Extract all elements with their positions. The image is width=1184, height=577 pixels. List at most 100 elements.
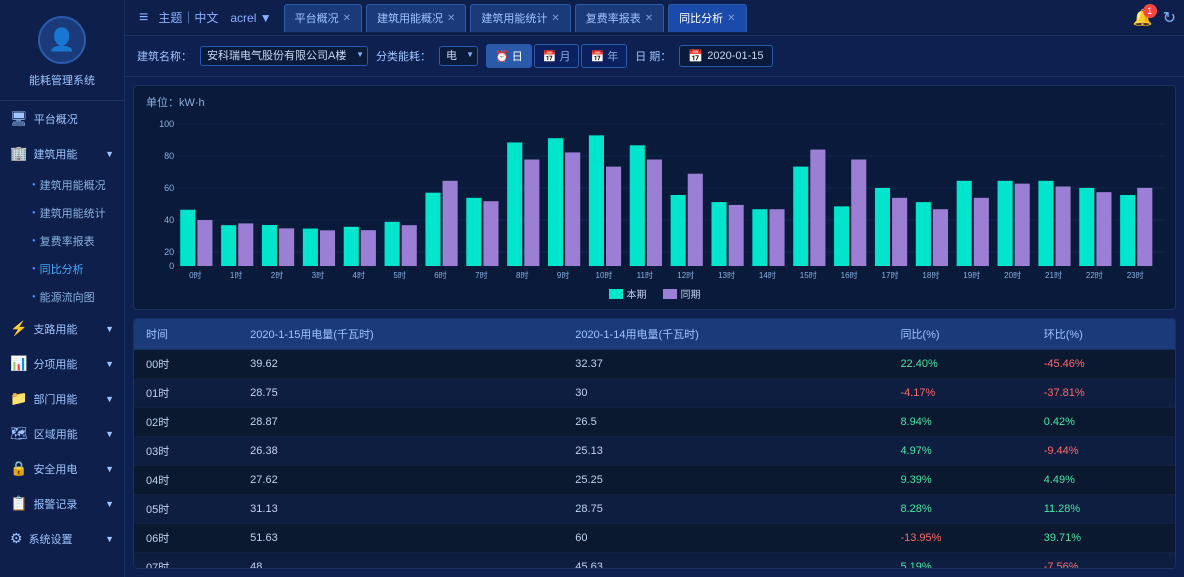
tab-yoy[interactable]: 同比分析 ✕ [668,4,746,32]
date-label: 日 期： [635,48,671,64]
platform-icon: 🖥 [10,110,28,127]
svg-text:60: 60 [164,183,174,193]
topbar-brand: 主题｜中文 acrel ▼ [158,9,271,26]
table-cell: 51.63 [238,524,563,553]
sidebar-item-energy-flow[interactable]: 能源流向图 [18,283,124,311]
legend-prev-color [663,289,677,299]
sidebar-label-branch: 支路用能 [33,321,77,337]
sidebar-label-platform: 平台概况 [34,111,78,127]
table-cell: 03时 [134,437,238,466]
sidebar-item-building-overview[interactable]: 建筑用能概况 [18,171,124,199]
svg-text:9时: 9时 [557,270,570,280]
table-cell: 60 [563,524,888,553]
sidebar-section-building[interactable]: 🏢 建筑用能 ▼ [0,136,124,171]
svg-text:23时: 23时 [1127,270,1144,280]
btn-year-label: 年 [607,51,618,63]
sidebar: 👤 能耗管理系统 🖥 平台概况 🏢 建筑用能 ▼ 建筑用能概况 建筑用能统计 复… [0,0,125,577]
table-cell: 8.28% [888,495,1031,524]
table-cell: 5.19% [888,553,1031,570]
table-row: 06时51.6360-13.95%39.71% [134,524,1175,553]
tab-building-overview[interactable]: 建筑用能概况 ✕ [366,4,466,32]
table-cell: -7.56% [1032,553,1175,570]
filter-bar: 建筑名称： 安科瑞电气股份有限公司A楼 分类能耗： 电 ⏰ 日 📅 月 📅 年 [125,36,1184,77]
col-prev-usage: 2020-1-14用电量(千瓦时) [563,319,888,350]
building-icon: 🏢 [10,145,27,162]
sidebar-item-platform[interactable]: 🖥 平台概况 [0,101,124,136]
svg-text:21时: 21时 [1045,270,1062,280]
sidebar-section-subitem[interactable]: 📊 分项用能 ▼ [0,346,124,381]
chevron-icon: ▼ [105,149,114,159]
btn-month-label: 月 [559,51,570,63]
sidebar-sub-building: 建筑用能概况 建筑用能统计 复费率报表 同比分析 能源流向图 [0,171,124,311]
tab-yoy-close[interactable]: ✕ [727,13,735,24]
table-row: 07时4845.635.19%-7.56% [134,553,1175,570]
table-cell: 8.94% [888,408,1031,437]
branch-icon: ⚡ [10,320,27,337]
table-header-row: 时间 2020-1-15用电量(千瓦时) 2020-1-14用电量(千瓦时) 同… [134,319,1175,350]
tab-building-overview-close[interactable]: ✕ [447,13,455,24]
category-select[interactable]: 电 [439,46,478,66]
tab-building-stats-label: 建筑用能统计 [481,10,547,26]
svg-text:1时: 1时 [230,270,243,280]
sidebar-section-safety[interactable]: 🔒 安全用电 ▼ [0,451,124,486]
alarm-chevron-icon: ▼ [105,499,114,509]
table-cell: 05时 [134,495,238,524]
svg-text:15时: 15时 [800,270,817,280]
subitem-chevron-icon: ▼ [105,359,114,369]
tab-tariff-label: 复费率报表 [586,10,641,26]
table-cell: 26.5 [563,408,888,437]
sidebar-item-yoy-analysis[interactable]: 同比分析 [18,255,124,283]
table-cell: -45.46% [1032,350,1175,379]
sidebar-item-tariff-report[interactable]: 复费率报表 [18,227,124,255]
btn-year[interactable]: 📅 年 [581,44,627,68]
sidebar-label-dept: 部门用能 [33,391,77,407]
legend-current-color [609,289,623,299]
clock-icon: ⏰ [495,50,509,63]
svg-text:11时: 11时 [637,270,653,280]
svg-text:20时: 20时 [1004,270,1021,280]
sidebar-section-alarm[interactable]: 📋 报警记录 ▼ [0,486,124,521]
legend-current-label: 本期 [627,286,647,301]
tab-platform[interactable]: 平台概况 ✕ [284,4,362,32]
refresh-button[interactable]: ↻ [1163,8,1176,28]
tab-building-stats[interactable]: 建筑用能统计 ✕ [470,4,570,32]
svg-text:18时: 18时 [922,270,939,280]
dept-chevron-icon: ▼ [105,394,114,404]
sidebar-nav: 🖥 平台概况 🏢 建筑用能 ▼ 建筑用能概况 建筑用能统计 复费率报表 同比分析… [0,101,124,556]
date-value: 2020-01-15 [707,50,763,62]
table-cell: 48 [238,553,563,570]
table-cell: 39.71% [1032,524,1175,553]
tab-building-stats-close[interactable]: ✕ [551,13,559,24]
sidebar-section-settings[interactable]: ⚙ 系统设置 ▼ [0,521,124,556]
table-cell: -37.81% [1032,379,1175,408]
alarm-icon: 📋 [10,495,27,512]
sidebar-item-building-stats[interactable]: 建筑用能统计 [18,199,124,227]
sidebar-section-branch[interactable]: ⚡ 支路用能 ▼ [0,311,124,346]
sidebar-label-safety: 安全用电 [33,461,77,477]
svg-text:3时: 3时 [312,270,325,280]
sidebar-section-dept[interactable]: 📁 部门用能 ▼ [0,381,124,416]
sidebar-label-subitem: 分项用能 [33,356,77,372]
tab-platform-close[interactable]: ✕ [343,13,351,24]
chart-area: 单位：kW·h 100 80 60 40 20 0 [133,85,1176,310]
menu-icon[interactable]: ≡ [133,9,154,27]
sidebar-section-region[interactable]: 🗺 区域用能 ▼ [0,416,124,451]
table-cell: 28.75 [238,379,563,408]
tab-tariff[interactable]: 复费率报表 ✕ [575,4,664,32]
table-cell: 07时 [134,553,238,570]
tab-tariff-close[interactable]: ✕ [645,13,653,24]
btn-day[interactable]: ⏰ 日 [486,44,532,68]
svg-text:10时: 10时 [595,270,612,280]
table-row: 04时27.6225.259.39%4.49% [134,466,1175,495]
table-cell: 25.13 [563,437,888,466]
table-cell: -13.95% [888,524,1031,553]
region-chevron-icon: ▼ [105,429,114,439]
svg-text:6时: 6时 [434,270,447,280]
table-cell: 4.49% [1032,466,1175,495]
btn-month[interactable]: 📅 月 [534,44,580,68]
legend-current: 本期 [609,286,647,301]
notification-button[interactable]: 🔔 1 [1133,8,1153,28]
table-cell: 02时 [134,408,238,437]
building-select[interactable]: 安科瑞电气股份有限公司A楼 [200,46,368,66]
svg-text:100: 100 [159,119,174,129]
